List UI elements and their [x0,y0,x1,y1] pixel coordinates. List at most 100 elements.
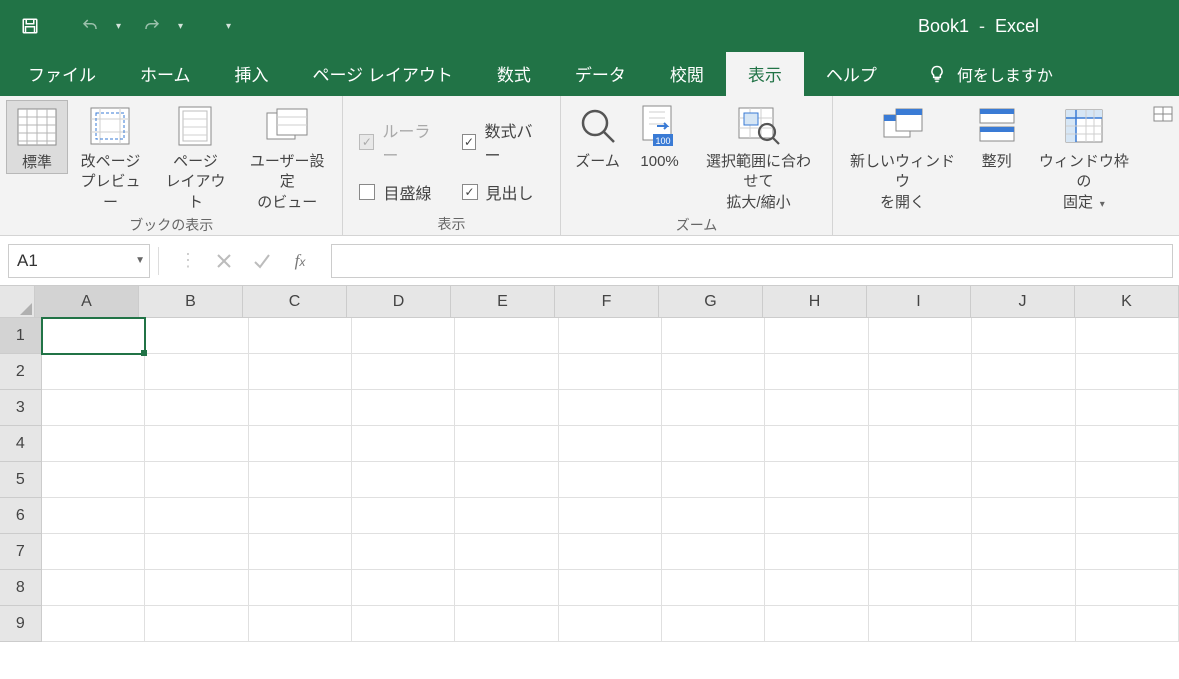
undo-button[interactable] [76,12,104,40]
column-header[interactable]: H [763,286,867,318]
cell[interactable] [972,318,1075,354]
column-header[interactable]: C [243,286,347,318]
page-layout-view-button[interactable]: ページ レイアウト [153,100,238,213]
zoom-button[interactable]: ズーム [567,100,629,172]
cell[interactable] [352,462,455,498]
custom-views-button[interactable]: ユーザー設定 のビュー [238,100,336,213]
cell[interactable] [559,354,662,390]
cell[interactable] [42,570,145,606]
cell[interactable] [249,606,352,642]
cell[interactable] [352,570,455,606]
cell[interactable] [765,354,868,390]
cell[interactable] [765,426,868,462]
tab-data[interactable]: データ [553,51,648,96]
column-header[interactable]: E [451,286,555,318]
cell[interactable] [559,606,662,642]
row-header[interactable]: 1 [0,318,42,354]
cell[interactable] [249,426,352,462]
cell[interactable] [42,498,145,534]
cell[interactable] [1076,390,1179,426]
cell[interactable] [869,534,972,570]
split-icon[interactable] [1153,106,1173,122]
cell[interactable] [869,426,972,462]
column-header[interactable]: G [659,286,763,318]
cell[interactable] [455,498,558,534]
cell[interactable] [662,426,765,462]
cell[interactable] [145,462,248,498]
column-header[interactable]: F [555,286,659,318]
cell[interactable] [455,462,558,498]
row-header[interactable]: 8 [0,570,42,606]
tab-insert[interactable]: 挿入 [213,51,291,96]
cell[interactable] [662,390,765,426]
cell[interactable] [662,498,765,534]
cell[interactable] [1076,318,1179,354]
cell[interactable] [145,534,248,570]
cell[interactable] [972,462,1075,498]
cell[interactable] [352,606,455,642]
cell[interactable] [559,390,662,426]
gridlines-checkbox[interactable]: 目盛線 [359,180,441,204]
cell[interactable] [869,606,972,642]
cell[interactable] [145,570,248,606]
cell[interactable] [249,534,352,570]
name-box[interactable]: A1 ▼ [8,244,150,278]
cell[interactable] [972,498,1075,534]
row-header[interactable]: 5 [0,462,42,498]
cell[interactable] [662,534,765,570]
tab-page-layout[interactable]: ページ レイアウト [291,51,475,96]
cell[interactable] [662,462,765,498]
tab-home[interactable]: ホーム [118,51,213,96]
cell[interactable] [972,606,1075,642]
cell[interactable] [972,390,1075,426]
zoom-to-selection-button[interactable]: 選択範囲に合わせて 拡大/縮小 [691,100,827,213]
cell[interactable] [972,534,1075,570]
column-header[interactable]: J [971,286,1075,318]
qat-customize-icon[interactable]: ▾ [226,21,236,32]
row-header[interactable]: 6 [0,498,42,534]
cell[interactable] [869,318,972,354]
insert-function-button[interactable]: fx [289,250,311,272]
cell[interactable] [1076,462,1179,498]
cancel-formula-button[interactable] [213,250,235,272]
cell[interactable] [662,318,765,354]
cell[interactable] [249,570,352,606]
tab-help[interactable]: ヘルプ [804,51,899,96]
page-break-preview-button[interactable]: 改ページ プレビュー [68,100,153,213]
headings-checkbox[interactable]: ✓ 見出し [462,180,544,204]
column-header[interactable]: D [347,286,451,318]
cell[interactable] [42,354,145,390]
cell[interactable] [765,318,868,354]
cell[interactable] [765,534,868,570]
enter-formula-button[interactable] [251,250,273,272]
cell[interactable] [1076,426,1179,462]
redo-dropdown-icon[interactable]: ▾ [178,21,188,32]
cell[interactable] [42,318,145,354]
cell[interactable] [42,390,145,426]
cell[interactable] [869,354,972,390]
column-header[interactable]: B [139,286,243,318]
tab-file[interactable]: ファイル [6,51,118,96]
cell[interactable] [1076,606,1179,642]
save-button[interactable] [16,12,44,40]
cell[interactable] [869,570,972,606]
cell[interactable] [145,354,248,390]
cell[interactable] [559,426,662,462]
cell[interactable] [455,606,558,642]
cell[interactable] [145,606,248,642]
cell[interactable] [455,354,558,390]
cell[interactable] [455,570,558,606]
cell[interactable] [869,390,972,426]
cell[interactable] [662,606,765,642]
cell[interactable] [352,426,455,462]
cell[interactable] [249,354,352,390]
cell[interactable] [455,390,558,426]
cell[interactable] [662,570,765,606]
tab-formulas[interactable]: 数式 [475,51,553,96]
cell[interactable] [559,462,662,498]
cell[interactable] [765,498,868,534]
cell[interactable] [249,318,352,354]
cell[interactable] [145,498,248,534]
cell[interactable] [972,426,1075,462]
column-header[interactable]: I [867,286,971,318]
